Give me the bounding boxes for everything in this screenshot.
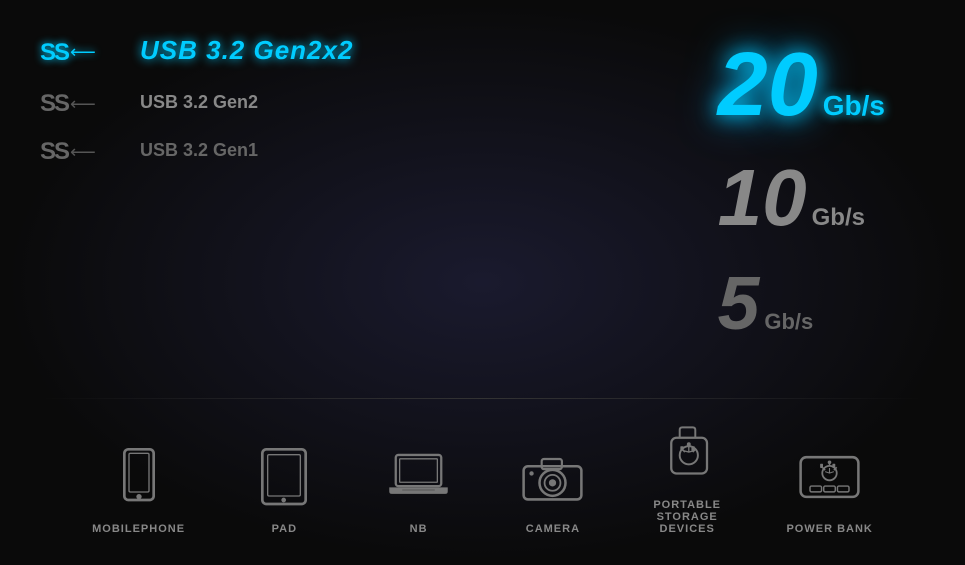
ss-icon-primary: SS ⟵ [40, 39, 120, 67]
spec-label-secondary: USB 3.2 Gen2 [140, 92, 360, 113]
ss-text-secondary: SS [40, 90, 68, 118]
speed-unit-secondary: Gb/s [812, 204, 865, 232]
ss-text-tertiary: SS [40, 138, 68, 166]
device-item-mobilephone: MOBILEPHONE [92, 443, 185, 535]
main-container: SS ⟵ USB 3.2 Gen2x2 SS ⟵ [0, 0, 965, 565]
mobilephone-label: MOBILEPHONE [92, 523, 185, 535]
speed-item-tertiary: 5 Gb/s [718, 266, 885, 341]
speed-section: 20 Gb/s 10 Gb/s 5 Gb/s [718, 40, 885, 341]
spec-label-primary: USB 3.2 Gen2x2 [140, 35, 360, 66]
speed-item-secondary: 10 Gb/s [718, 158, 885, 238]
usb-arrow-primary: ⟵ [70, 42, 96, 63]
camera-label: CAMERA [526, 523, 580, 535]
device-item-nb: NB [384, 443, 454, 535]
usb-arrow-secondary: ⟵ [70, 94, 96, 115]
ss-icon-tertiary: SS ⟵ [40, 138, 120, 166]
pad-label: PAD [272, 523, 297, 535]
pad-icon [249, 443, 319, 513]
divider [40, 398, 925, 399]
spec-label-tertiary: USB 3.2 Gen1 [140, 140, 360, 161]
power-bank-label: POWER BANK [786, 523, 872, 535]
power-bank-icon [795, 443, 865, 513]
speed-number-primary: 20 [718, 40, 818, 130]
top-section: SS ⟵ USB 3.2 Gen2x2 SS ⟵ [40, 20, 925, 393]
mobilephone-icon [104, 443, 174, 513]
portable-storage-label: PORTABLE STORAGE DEVICES [653, 499, 721, 535]
speed-item-primary: 20 Gb/s [718, 40, 885, 130]
speed-unit-tertiary: Gb/s [764, 309, 813, 335]
device-item-power-bank: POWER BANK [786, 443, 872, 535]
speed-unit-primary: Gb/s [823, 90, 885, 122]
nb-icon [384, 443, 454, 513]
speed-number-secondary: 10 [718, 158, 807, 238]
usb-arrow-tertiary: ⟵ [70, 142, 96, 163]
ss-text-primary: SS [40, 39, 68, 67]
devices-section: MOBILEPHONE PAD [40, 404, 925, 545]
portable-storage-icon [652, 419, 722, 489]
camera-icon [518, 443, 588, 513]
device-item-pad: PAD [249, 443, 319, 535]
ss-icon-secondary: SS ⟵ [40, 90, 120, 118]
device-item-camera: CAMERA [518, 443, 588, 535]
device-item-portable-storage: PORTABLE STORAGE DEVICES [652, 419, 722, 535]
nb-label: NB [410, 523, 428, 535]
speed-number-tertiary: 5 [718, 266, 760, 341]
